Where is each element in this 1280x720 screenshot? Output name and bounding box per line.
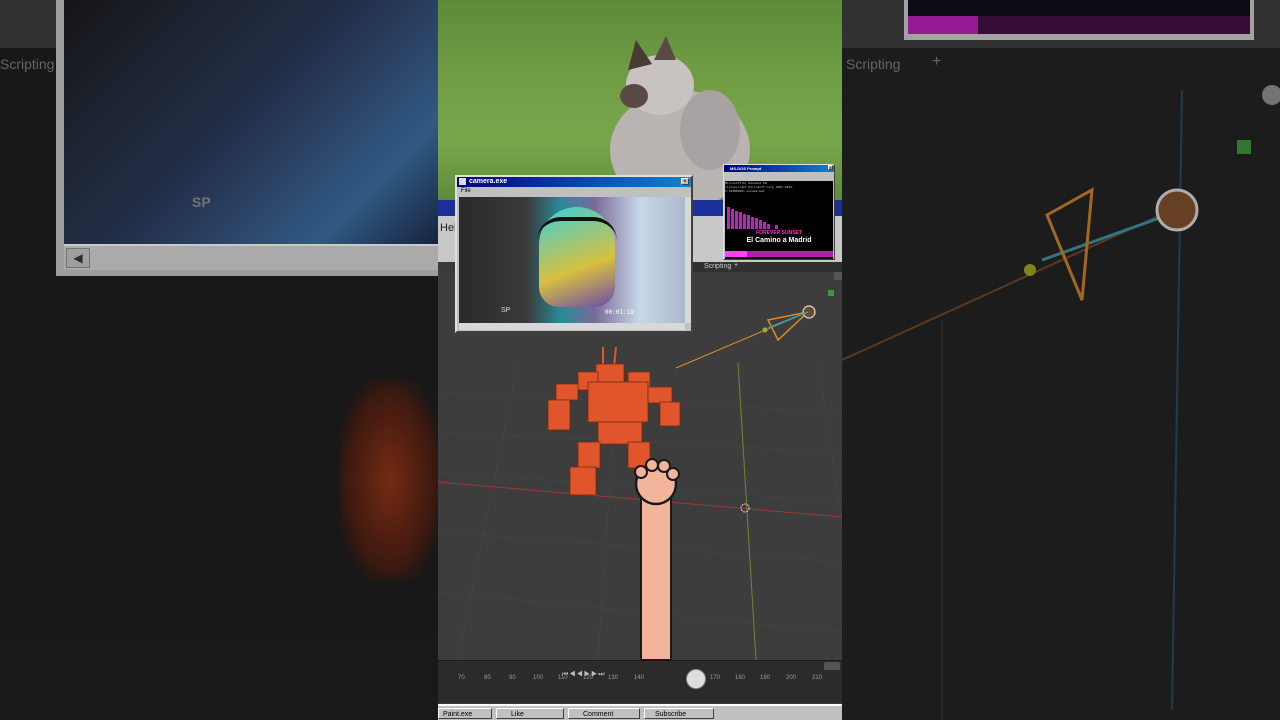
camera-vertical-scrollbar[interactable] [685, 197, 691, 323]
msdos-titlebar[interactable]: MS-DOS Prompt × [724, 165, 834, 172]
timeline-tick: 100 [533, 675, 544, 681]
taskbar-item-label: Comment [583, 711, 614, 718]
taskbar-item-subscribe[interactable]: Subscribe [644, 708, 714, 719]
menu-file[interactable]: File [461, 188, 471, 194]
console-prompt: C:\WINDOWS> winamp.bat [725, 189, 765, 193]
workspace-tabs: Scripting + [692, 262, 842, 272]
background-left: Scripting SP ◀ [0, 0, 438, 720]
song-title: El Camino a Madrid [746, 237, 812, 244]
webcam-feed: SP 00:01:19 [459, 197, 685, 323]
taskbar-item-comment[interactable]: Comment [568, 708, 640, 719]
camera-close-button[interactable]: × [681, 178, 689, 185]
song-label: FOREVER SUNSET [756, 230, 802, 236]
timeline-tick: 90 [509, 675, 516, 681]
timeline-menu-button[interactable] [824, 662, 840, 670]
camera-app-icon [459, 178, 466, 185]
camera-window-titlebar[interactable]: camera.exe [457, 177, 691, 187]
bg-right-plus: + [932, 53, 942, 70]
timeline-tick: 180 [735, 675, 746, 681]
taskbar-item-like[interactable]: Like [496, 708, 564, 719]
center-column: Hel Scripting + ⏮◀◀▶▶⏭ 70 80 90 100 110 … [438, 0, 842, 720]
msdos-toolbar [724, 172, 834, 180]
timeline-tick: 70 [458, 675, 465, 681]
camera-window-title: camera.exe [469, 178, 508, 185]
msdos-close-button[interactable]: × [828, 165, 833, 170]
msdos-window-title: MS-DOS Prompt [730, 166, 762, 171]
msdos-console: Microsoft(R) Windows 98 (C)Copyright Mic… [725, 181, 833, 259]
bg-left-camera-feed [64, 0, 438, 244]
camera-window[interactable]: camera.exe File SP 00:01:19 × [455, 175, 693, 333]
playback-controls: ⏮◀◀▶▶⏭ [562, 663, 652, 678]
bg-right-feed [908, 0, 1250, 34]
bg-left-scrollbar: ◀ [64, 244, 438, 270]
camera-menu-bar: File [457, 187, 691, 195]
taskbar-item-label: Like [511, 711, 524, 718]
taskbar: Paint.exe Like Comment Subscribe [438, 704, 842, 720]
scroll-left-icon: ◀ [66, 248, 90, 268]
tab-scripting[interactable]: Scripting [704, 263, 731, 270]
spectrum-visualizer [727, 203, 787, 229]
bg-right-magenta-bar [908, 16, 978, 34]
timeline[interactable]: ⏮◀◀▶▶⏭ 70 80 90 100 110 120 130 140 170 … [438, 660, 842, 703]
timeline-tick: 120 [583, 675, 594, 681]
timeline-tick: 80 [484, 675, 491, 681]
bg-left-watermark: SP [192, 194, 211, 210]
webcam-watermark: SP [501, 307, 511, 314]
bg-left-window: SP ◀ [56, 0, 438, 276]
playhead-icon[interactable] [686, 669, 706, 689]
timeline-tick: 170 [710, 675, 721, 681]
add-workspace-button[interactable]: + [734, 262, 738, 269]
headphones-icon [537, 217, 617, 241]
progress-fill [725, 251, 747, 257]
taskbar-item-paint[interactable]: Paint.exe [438, 708, 492, 719]
progress-bar [725, 251, 833, 257]
taskbar-item-label: Subscribe [655, 711, 687, 718]
bg-left-scripting-tab: Scripting [0, 56, 55, 72]
timeline-tick: 110 [558, 675, 568, 681]
background-right: Scripting + [842, 0, 1280, 720]
webcam-timestamp: 00:01:19 [605, 309, 634, 316]
timeline-tick: 140 [634, 675, 645, 681]
bg-right-window [904, 0, 1254, 40]
bg-right-dark-bar [978, 16, 1250, 34]
camera-horizontal-scrollbar[interactable] [459, 323, 685, 330]
timeline-tick: 190 [760, 675, 771, 681]
bg-left-mech-blur [340, 380, 438, 580]
timeline-tick: 130 [608, 675, 619, 681]
timeline-tick: 200 [786, 675, 797, 681]
timeline-tick: 210 [812, 675, 823, 681]
taskbar-item-label: Paint.exe [443, 711, 473, 718]
bg-right-viewport [842, 85, 1280, 720]
msdos-window[interactable]: MS-DOS Prompt × Microsoft(R) Windows 98 … [723, 164, 835, 260]
